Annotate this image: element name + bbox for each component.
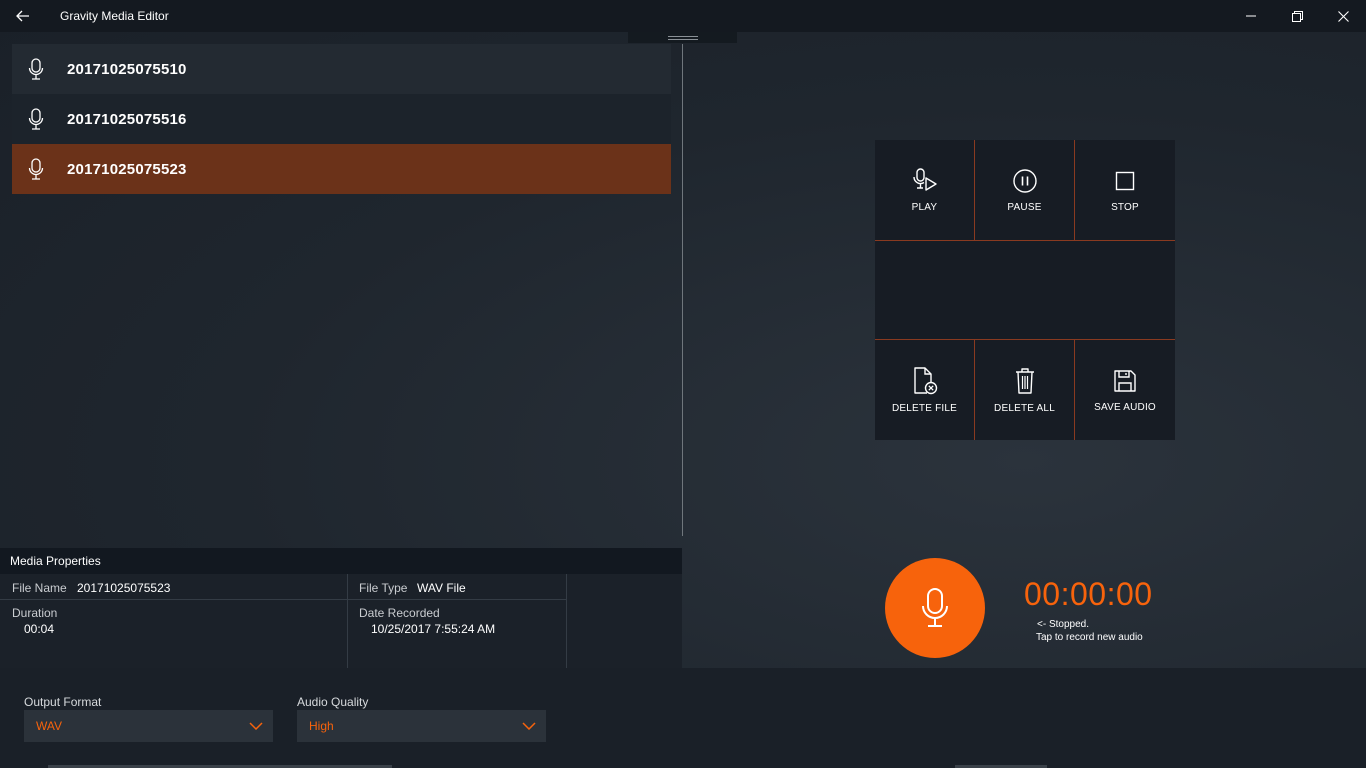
controls-spacer bbox=[875, 240, 1175, 340]
stop-label: STOP bbox=[1111, 201, 1139, 213]
audio-quality-select[interactable]: High bbox=[297, 710, 546, 742]
recorder-hint: Tap to record new audio bbox=[1036, 632, 1143, 643]
media-properties-panel: Media Properties File Name 2017102507552… bbox=[0, 548, 682, 668]
grid-divider bbox=[566, 574, 567, 668]
pause-button[interactable]: PAUSE bbox=[975, 140, 1075, 240]
restore-button[interactable] bbox=[1274, 0, 1320, 32]
duration-label: Duration bbox=[12, 606, 58, 620]
delete-all-button[interactable]: DELETE ALL bbox=[975, 340, 1075, 440]
duration-value: 00:04 bbox=[24, 622, 55, 636]
microphone-icon bbox=[12, 108, 60, 130]
pane-divider[interactable] bbox=[682, 44, 683, 536]
save-icon bbox=[1114, 369, 1136, 392]
back-button[interactable] bbox=[0, 0, 46, 32]
grid-divider bbox=[0, 599, 347, 600]
delete-file-icon bbox=[913, 366, 937, 394]
minimize-button[interactable] bbox=[1228, 0, 1274, 32]
recorder-area: 00:00:00 <- Stopped. Tap to record new a… bbox=[682, 548, 1366, 668]
title-bar: Gravity Media Editor bbox=[0, 0, 1366, 32]
delete-file-label: DELETE FILE bbox=[892, 402, 957, 414]
splitter-grip[interactable] bbox=[628, 32, 737, 43]
microphone-icon bbox=[12, 58, 60, 80]
stop-icon bbox=[1115, 171, 1135, 190]
close-icon bbox=[1337, 10, 1349, 22]
recorder-status: <- Stopped. bbox=[1037, 619, 1089, 630]
recording-list: 20171025075510 20171025075516 2017102507… bbox=[12, 44, 671, 194]
list-item-selected[interactable]: 20171025075523 bbox=[12, 144, 671, 194]
stop-button[interactable]: STOP bbox=[1075, 140, 1175, 240]
playback-controls: PLAY PAUSE STOP DELETE FILE DELETE ALL S… bbox=[875, 140, 1175, 440]
restore-icon bbox=[1291, 10, 1303, 22]
recording-name: 20171025075510 bbox=[67, 60, 187, 78]
grid-divider bbox=[347, 574, 348, 668]
grid-divider bbox=[348, 599, 566, 600]
record-button[interactable] bbox=[885, 558, 985, 658]
delete-file-button[interactable]: DELETE FILE bbox=[875, 340, 975, 440]
app-title: Gravity Media Editor bbox=[60, 9, 169, 23]
trash-icon bbox=[1015, 367, 1034, 394]
microphone-icon bbox=[12, 158, 60, 180]
audio-quality-label: Audio Quality bbox=[297, 695, 369, 709]
save-audio-button[interactable]: SAVE AUDIO bbox=[1075, 340, 1175, 440]
play-microphone-icon bbox=[912, 167, 937, 191]
output-format-select[interactable]: WAV bbox=[24, 710, 273, 742]
file-name-label: File Name bbox=[12, 581, 67, 595]
close-button[interactable] bbox=[1320, 0, 1366, 32]
chevron-down-icon bbox=[522, 722, 536, 730]
date-recorded-value: 10/25/2017 7:55:24 AM bbox=[371, 622, 496, 636]
save-audio-label: SAVE AUDIO bbox=[1094, 401, 1156, 413]
play-button[interactable]: PLAY bbox=[875, 140, 975, 240]
list-item[interactable]: 20171025075510 bbox=[12, 44, 671, 94]
arrow-left-icon bbox=[16, 10, 29, 22]
recording-timer: 00:00:00 bbox=[1024, 576, 1153, 612]
file-name-value: 20171025075523 bbox=[77, 581, 171, 595]
settings-bar: Output Format WAV Audio Quality High bbox=[0, 668, 1366, 768]
recording-name: 20171025075516 bbox=[67, 110, 187, 128]
window-controls bbox=[1228, 0, 1366, 32]
properties-grid: File Name 20171025075523 File Type WAV F… bbox=[0, 574, 567, 668]
date-recorded-label: Date Recorded bbox=[359, 606, 440, 620]
list-item[interactable]: 20171025075516 bbox=[12, 94, 671, 144]
media-properties-header: Media Properties bbox=[0, 548, 682, 574]
play-label: PLAY bbox=[911, 201, 938, 213]
minimize-icon bbox=[1246, 15, 1256, 17]
microphone-icon bbox=[922, 588, 948, 627]
file-type-value: WAV File bbox=[417, 581, 466, 595]
recording-name: 20171025075523 bbox=[67, 160, 187, 178]
audio-quality-value: High bbox=[309, 719, 334, 733]
output-format-value: WAV bbox=[36, 719, 62, 733]
file-type-label: File Type bbox=[359, 581, 408, 595]
output-format-label: Output Format bbox=[24, 695, 102, 709]
delete-all-label: DELETE ALL bbox=[994, 402, 1055, 414]
pause-icon bbox=[1012, 168, 1037, 193]
chevron-down-icon bbox=[249, 722, 263, 730]
pause-label: PAUSE bbox=[1007, 201, 1042, 213]
